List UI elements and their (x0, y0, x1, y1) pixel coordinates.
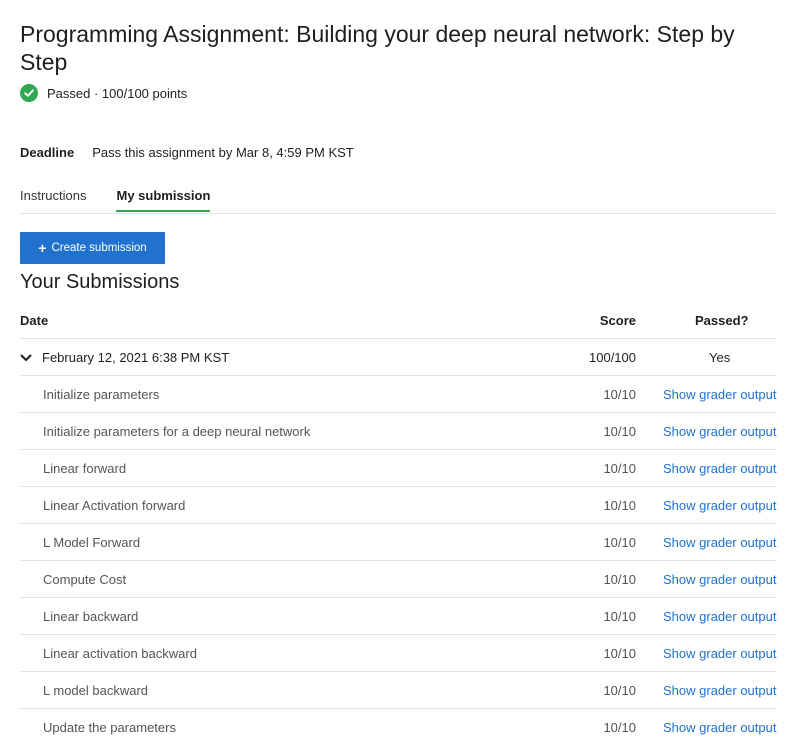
chevron-down-icon[interactable] (20, 339, 34, 376)
submissions-title: Your Submissions (20, 271, 180, 293)
part-row: Update the parameters 10/10 Show grader … (20, 709, 776, 745)
show-grader-output-link[interactable]: Show grader output (663, 413, 776, 450)
plus-icon: + (38, 240, 47, 256)
part-score: 10/10 (603, 609, 636, 624)
part-name: L Model Forward (43, 535, 141, 550)
submission-score: 100/100 (589, 350, 636, 365)
part-name: Linear Activation forward (43, 498, 186, 513)
create-submission-button[interactable]: + Create submission (20, 232, 165, 264)
deadline-label: Deadline (20, 145, 75, 160)
part-name: Compute Cost (43, 572, 127, 587)
submission-passed: Yes (709, 350, 731, 365)
part-score: 10/10 (603, 720, 636, 735)
part-row: Compute Cost 10/10 Show grader output (20, 561, 776, 598)
part-name: Update the parameters (43, 720, 176, 735)
tab-instructions[interactable]: Instructions (20, 182, 86, 212)
create-submission-label: Create submission (51, 242, 147, 254)
show-grader-output-link[interactable]: Show grader output (663, 598, 776, 635)
part-row: L Model Forward 10/10 Show grader output (20, 524, 776, 561)
show-grader-output-link[interactable]: Show grader output (663, 635, 776, 672)
part-row: Linear forward 10/10 Show grader output (20, 450, 776, 487)
part-row: Linear backward 10/10 Show grader output (20, 598, 776, 635)
tab-bar: Instructions My submission (20, 182, 776, 214)
part-name: Linear activation backward (43, 646, 197, 661)
deadline: Deadline Pass this assignment by Mar 8, … (20, 145, 354, 160)
submissions-table: Date Score Passed? February 12, 2021 6:3… (20, 302, 794, 745)
part-score: 10/10 (603, 424, 636, 439)
part-score: 10/10 (603, 461, 636, 476)
column-header-date: Date (20, 313, 49, 328)
tab-my-submission[interactable]: My submission (116, 182, 211, 212)
table-header: Date Score Passed? (20, 302, 776, 339)
submission-row[interactable]: February 12, 2021 6:38 PM KST 100/100 Ye… (20, 339, 776, 376)
part-row: L model backward 10/10 Show grader outpu… (20, 672, 776, 709)
show-grader-output-link[interactable]: Show grader output (663, 524, 776, 561)
show-grader-output-link[interactable]: Show grader output (663, 450, 776, 487)
part-row: Linear activation backward 10/10 Show gr… (20, 635, 776, 672)
part-score: 10/10 (603, 572, 636, 587)
page-title: Programming Assignment: Building your de… (20, 21, 735, 75)
part-name: Linear backward (43, 609, 139, 624)
column-header-score: Score (599, 313, 636, 328)
part-name: Initialize parameters for a deep neural … (43, 424, 311, 439)
show-grader-output-link[interactable]: Show grader output (663, 376, 776, 413)
submission-date: February 12, 2021 6:38 PM KST (42, 350, 230, 365)
deadline-value: Pass this assignment by Mar 8, 4:59 PM K… (92, 145, 354, 160)
pass-status: Passed · 100/100 points (20, 84, 187, 102)
part-score: 10/10 (603, 683, 636, 698)
show-grader-output-link[interactable]: Show grader output (663, 561, 776, 598)
show-grader-output-link[interactable]: Show grader output (663, 672, 776, 709)
part-name: Linear forward (43, 461, 127, 476)
show-grader-output-link[interactable]: Show grader output (663, 709, 776, 745)
check-circle-icon (20, 84, 38, 102)
part-score: 10/10 (603, 387, 636, 402)
assignment-page: Programming Assignment: Building your de… (0, 0, 794, 745)
part-name: L model backward (43, 683, 149, 698)
part-score: 10/10 (603, 535, 636, 550)
part-name: Initialize parameters (43, 387, 160, 402)
pass-status-text: Passed · 100/100 points (47, 85, 188, 101)
part-row: Linear Activation forward 10/10 Show gra… (20, 487, 776, 524)
part-row: Initialize parameters for a deep neural … (20, 413, 776, 450)
part-score: 10/10 (603, 498, 636, 513)
part-row: Initialize parameters 10/10 Show grader … (20, 376, 776, 413)
show-grader-output-link[interactable]: Show grader output (663, 487, 776, 524)
column-header-passed: Passed? (695, 313, 749, 328)
part-score: 10/10 (603, 646, 636, 661)
